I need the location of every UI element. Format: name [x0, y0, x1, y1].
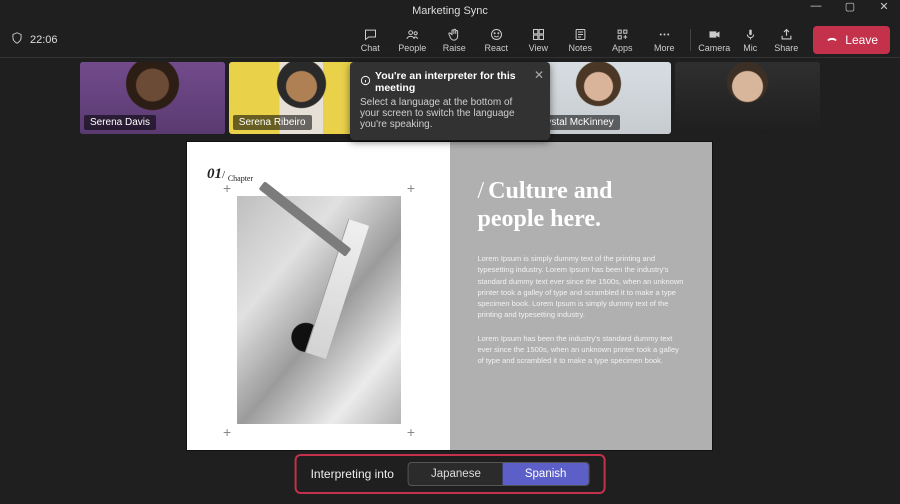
slide-left-page: 01/ Chapter + + + +	[187, 142, 450, 450]
close-window-button[interactable]: ✕	[872, 0, 896, 13]
more-button[interactable]: More	[644, 23, 684, 57]
language-toggle: Japanese Spanish	[408, 462, 589, 486]
separator	[690, 29, 691, 51]
camera-button[interactable]: Camera	[697, 23, 731, 57]
video-tile[interactable]	[675, 62, 820, 134]
minimize-button[interactable]: —	[804, 0, 828, 13]
meeting-timer: 22:06	[30, 34, 58, 46]
tooltip-title: You're an interpreter for this meeting	[375, 70, 526, 94]
crop-mark-icon: +	[407, 180, 415, 196]
react-button[interactable]: React	[476, 23, 516, 57]
raise-hand-button[interactable]: Raise	[434, 23, 474, 57]
chapter-number: 01	[207, 166, 222, 182]
language-option-spanish[interactable]: Spanish	[503, 463, 589, 485]
language-option-japanese[interactable]: Japanese	[409, 463, 503, 485]
shared-content: 01/ Chapter + + + + Culture and people h…	[187, 142, 712, 450]
slide-image: + + + +	[233, 192, 405, 428]
video-tile[interactable]: Serena Davis	[80, 62, 225, 134]
mic-button[interactable]: Mic	[733, 23, 767, 57]
view-button[interactable]: View	[518, 23, 558, 57]
participant-name: Serena Davis	[84, 115, 156, 130]
notes-button[interactable]: Notes	[560, 23, 600, 57]
crop-mark-icon: +	[223, 180, 231, 196]
chapter-marker: 01/ Chapter	[207, 166, 430, 183]
chapter-label: Chapter	[228, 174, 253, 183]
participant-name: Serena Ribeiro	[233, 115, 312, 130]
slide-paragraph: Lorem Ipsum has been the industry's stan…	[478, 333, 685, 367]
interpreter-tooltip: You're an interpreter for this meeting S…	[350, 62, 550, 140]
chat-button[interactable]: Chat	[350, 23, 390, 57]
share-button[interactable]: Share	[769, 23, 803, 57]
meeting-toolbar: 22:06 Chat People Raise React View Notes	[0, 22, 900, 58]
crop-mark-icon: +	[223, 424, 231, 440]
shield-icon	[10, 31, 24, 48]
meeting-title: Marketing Sync	[412, 5, 488, 17]
slide-heading: Culture and people here.	[478, 178, 685, 233]
info-icon	[360, 75, 371, 89]
interpreter-label: Interpreting into	[311, 467, 394, 481]
window-controls: — ▢ ✕	[804, 0, 896, 13]
slide-right-page: Culture and people here. Lorem Ipsum is …	[450, 142, 713, 450]
crop-mark-icon: +	[407, 424, 415, 440]
apps-button[interactable]: Apps	[602, 23, 642, 57]
people-button[interactable]: People	[392, 23, 432, 57]
title-bar: Marketing Sync — ▢ ✕	[0, 0, 900, 22]
slide-paragraph: Lorem Ipsum is simply dummy text of the …	[478, 253, 685, 321]
leave-label: Leave	[845, 33, 878, 47]
leave-button[interactable]: Leave	[813, 26, 890, 54]
maximize-button[interactable]: ▢	[838, 0, 862, 13]
avatar	[675, 62, 820, 134]
photo	[237, 196, 401, 424]
close-icon[interactable]: ✕	[534, 68, 544, 82]
tooltip-body: Select a language at the bottom of your …	[360, 97, 526, 130]
interpreter-bar: Interpreting into Japanese Spanish	[295, 454, 606, 494]
